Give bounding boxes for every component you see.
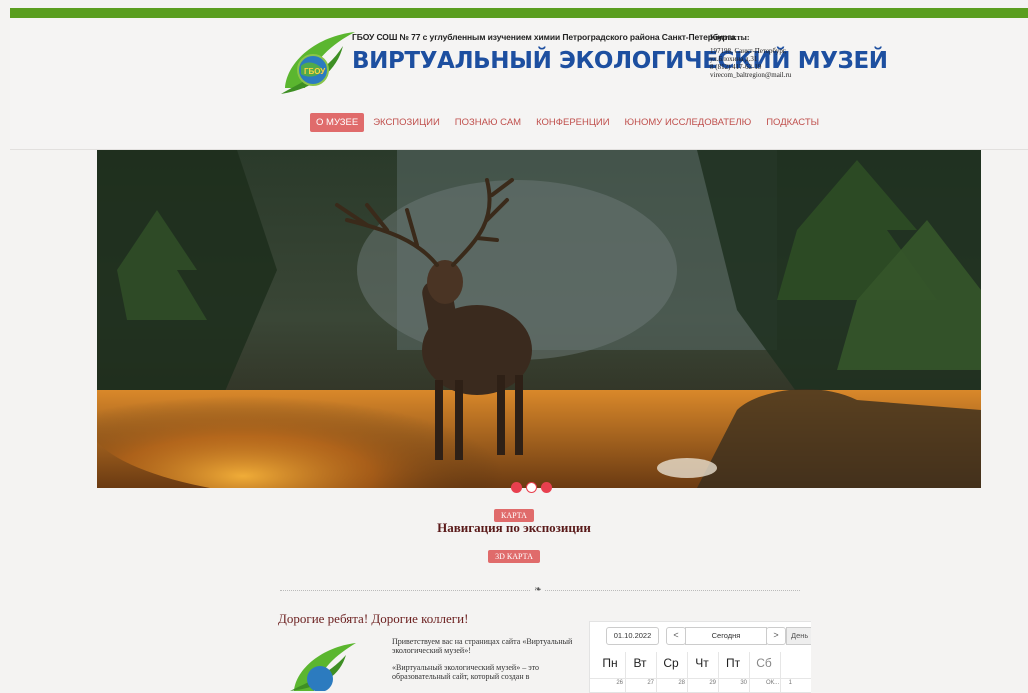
main-nav: О МУЗЕЕ ЭКСПОЗИЦИИ ПОЗНАЮ САМ КОНФЕРЕНЦИ… <box>310 112 828 132</box>
nav-item-about[interactable]: О МУЗЕЕ <box>310 112 365 132</box>
map3d-button[interactable]: 3D КАРТА <box>488 550 540 563</box>
map3d-button-wrap: 3D КАРТА <box>0 546 1028 564</box>
weekday-wed: Ср <box>663 656 679 670</box>
calendar-day-cell[interactable]: 26 <box>599 680 623 686</box>
weekday-mon: Пн <box>602 656 618 670</box>
contact-address: 197198, Санкт-Петербург, <box>710 47 787 55</box>
calendar-grid-line <box>687 652 688 692</box>
weekday-thu: Чт <box>695 656 709 670</box>
weekday-sat: Сб <box>756 656 772 670</box>
calendar-grid-line <box>718 652 719 692</box>
contact-phone: 8 (812) 417-62-19 <box>710 63 762 71</box>
contacts-block: 197198, Санкт-Петербург, ул.Блохина д.31… <box>710 47 810 79</box>
logo-text: ГБОУ <box>304 67 326 76</box>
nav-item-young-researcher[interactable]: ЮНОМУ ИССЛЕДОВАТЕЛЮ <box>619 113 758 132</box>
contacts-heading: Контакты: <box>710 33 750 42</box>
slider-dot-2[interactable] <box>526 482 537 493</box>
calendar-day-cell[interactable]: 30 <box>723 680 747 686</box>
hero-slider-image[interactable] <box>97 150 981 488</box>
calendar-day-cell[interactable]: 28 <box>661 680 685 686</box>
slider-dot-1[interactable] <box>511 482 522 493</box>
welcome-text: Приветствуем вас на страницах сайта «Вир… <box>392 637 582 689</box>
calendar-grid-line <box>749 652 750 692</box>
top-accent-bar <box>10 8 1028 18</box>
contact-email[interactable]: virecom_baltregion@mail.ru <box>710 71 810 79</box>
welcome-paragraph-2: «Виртуальный экологический музей» – это … <box>392 663 540 681</box>
nav-item-expositions[interactable]: ЭКСПОЗИЦИИ <box>367 113 446 132</box>
weekday-fri: Пт <box>725 656 741 670</box>
slider-dot-3[interactable] <box>541 482 552 493</box>
calendar-grid-line <box>780 652 781 692</box>
calendar-today-button[interactable]: Сегодня <box>685 627 767 645</box>
calendar-grid-line <box>656 652 657 692</box>
calendar-view-day-button[interactable]: День <box>786 627 811 645</box>
calendar-grid-line <box>590 678 811 679</box>
leaf-icon: ❧ <box>531 584 545 596</box>
nav-item-podcasts[interactable]: ПОДКАСТЫ <box>760 113 825 132</box>
weekday-tue: Вт <box>633 656 647 670</box>
calendar-widget: 01.10.2022 < Сегодня > День Пн Вт Ср Чт … <box>589 621 811 693</box>
school-name: ГБОУ СОШ № 77 с углубленным изучением хи… <box>352 32 736 42</box>
calendar-day-cell[interactable]: 29 <box>692 680 716 686</box>
nav-item-conferences[interactable]: КОНФЕРЕНЦИИ <box>530 113 615 132</box>
calendar-prev-button[interactable]: < <box>666 627 686 645</box>
navigation-title: Навигация по экспозиции <box>437 520 591 535</box>
nav-item-self-learn[interactable]: ПОЗНАЮ САМ <box>449 113 527 132</box>
calendar-grid-line <box>625 652 626 692</box>
museum-logo-small <box>290 643 356 691</box>
welcome-paragraph-1: Приветствуем вас на страницах сайта «Вир… <box>392 637 573 655</box>
museum-logo[interactable]: ГБОУ <box>277 26 357 98</box>
calendar-next-button[interactable]: > <box>766 627 786 645</box>
calendar-date-input[interactable]: 01.10.2022 <box>606 627 659 645</box>
calendar-day-cell[interactable]: 27 <box>630 680 654 686</box>
welcome-heading: Дорогие ребята! Дорогие коллеги! <box>278 611 469 626</box>
contact-street: ул.Блохина д.31 <box>710 55 758 63</box>
slider-dots <box>511 482 552 493</box>
calendar-day-cell[interactable]: 1 <box>768 680 792 686</box>
